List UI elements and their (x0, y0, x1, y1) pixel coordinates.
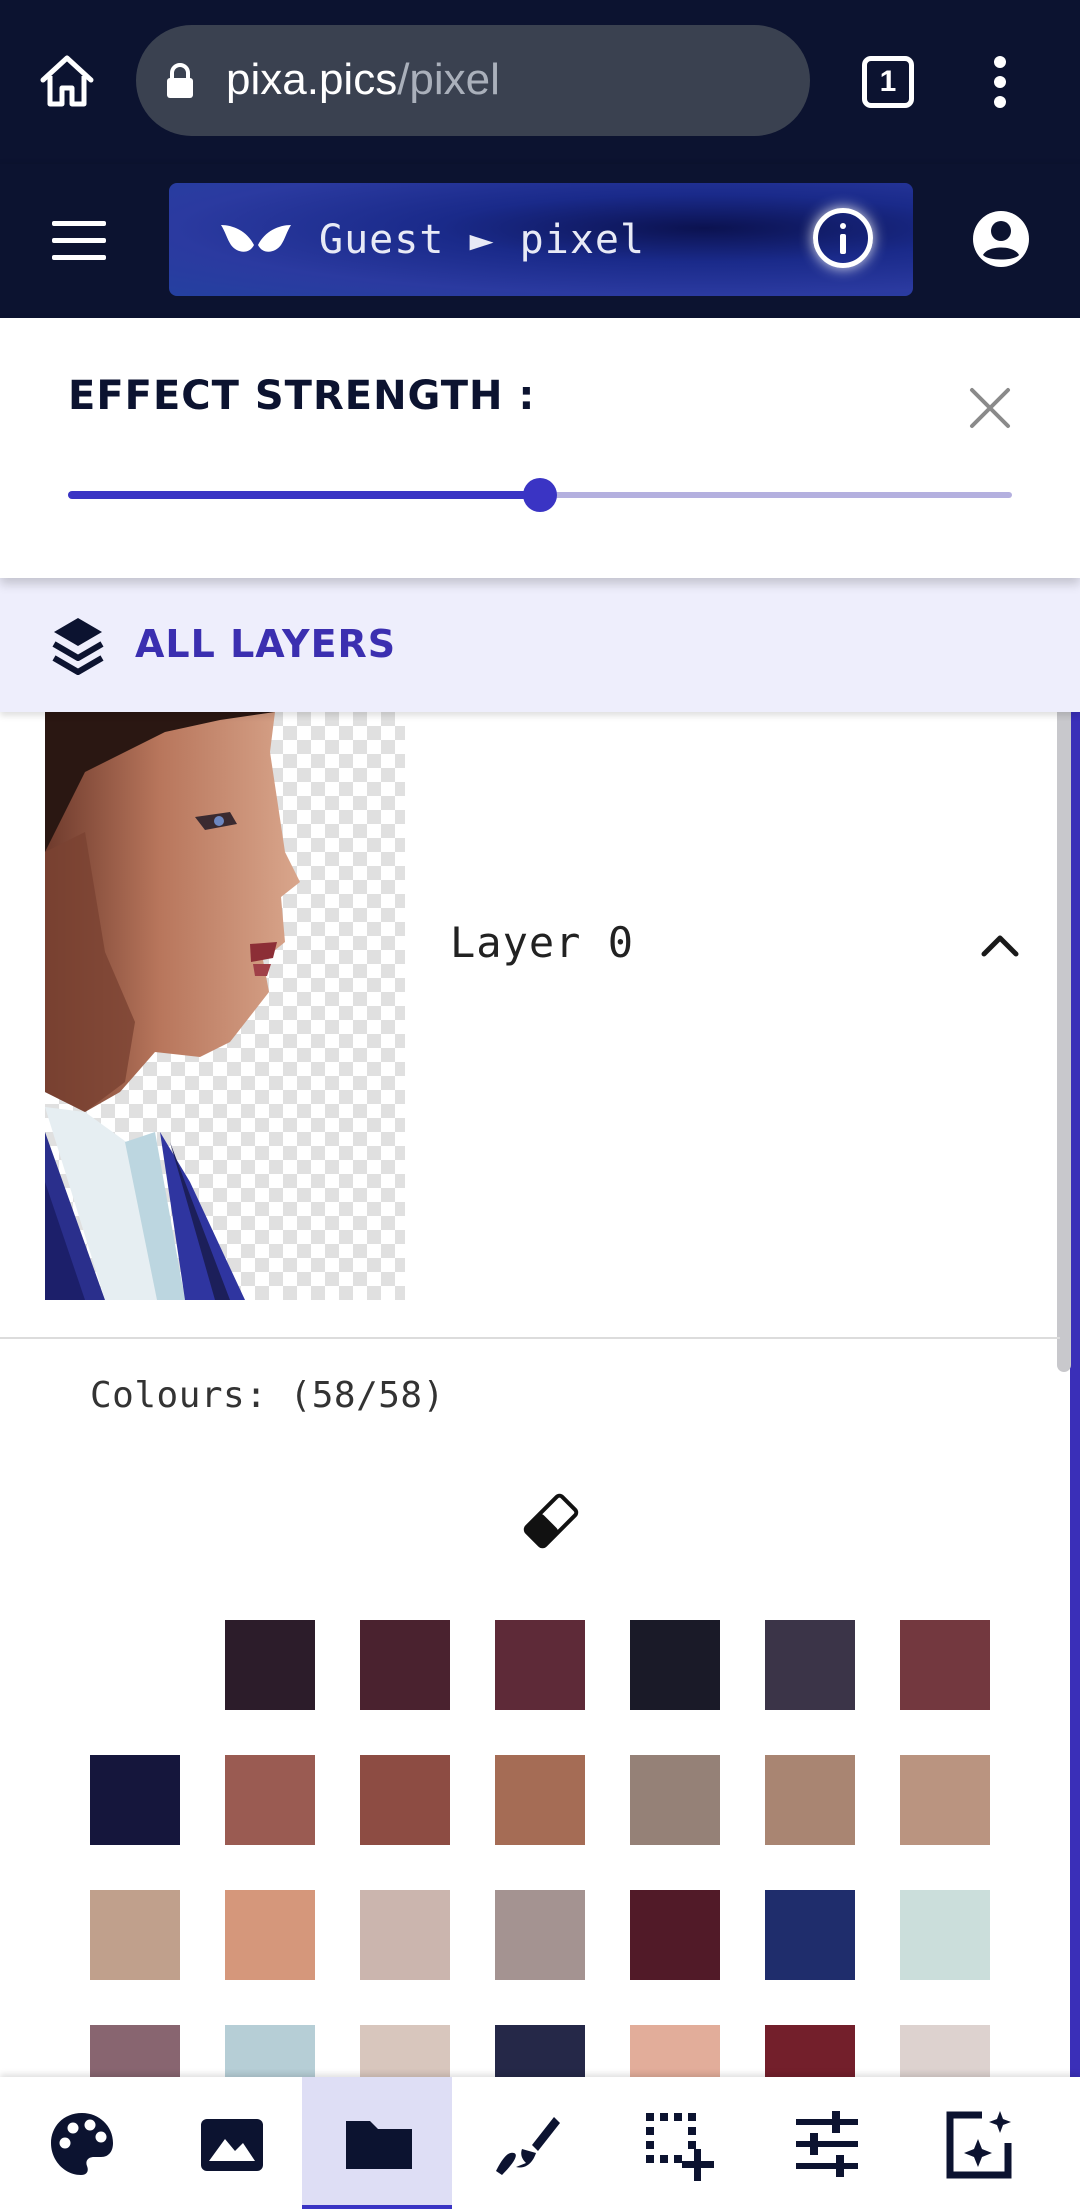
info-icon[interactable] (813, 208, 873, 268)
magic-frame-icon[interactable] (902, 2077, 1052, 2209)
colour-swatch[interactable] (900, 1890, 990, 1980)
account-icon[interactable] (972, 210, 1030, 268)
effect-strength-label: EFFECT STRENGTH : (68, 373, 536, 419)
colour-swatch[interactable] (225, 1620, 315, 1710)
tab-switcher-button[interactable]: 1 (862, 56, 914, 108)
folder-icon[interactable] (302, 2077, 452, 2209)
tune-icon[interactable] (752, 2077, 902, 2209)
slider-thumb[interactable] (523, 478, 557, 512)
breadcrumb-title: Guest ► pixel (319, 217, 646, 263)
layer-thumbnail[interactable] (45, 712, 405, 1300)
effect-strength-slider[interactable] (68, 478, 1012, 512)
colour-swatch[interactable] (90, 2025, 180, 2077)
colour-swatch[interactable] (225, 1755, 315, 1845)
colour-swatch[interactable] (360, 2025, 450, 2077)
side-rail (1070, 712, 1080, 2077)
colour-swatch[interactable] (630, 2025, 720, 2077)
chevron-up-icon[interactable] (980, 926, 1020, 966)
browser-toolbar: pixa.pics/pixel 1 (0, 0, 1080, 164)
lock-icon (164, 63, 196, 99)
more-options-icon[interactable] (986, 56, 1016, 108)
eraser-icon[interactable] (520, 1490, 582, 1552)
colour-swatch[interactable] (765, 2025, 855, 2077)
image-icon[interactable] (157, 2077, 307, 2209)
layer-name: Layer 0 (450, 918, 635, 967)
colour-swatch[interactable] (225, 2025, 315, 2077)
colour-swatch[interactable] (630, 1890, 720, 1980)
colours-count-label: Colours: (58/58) (90, 1375, 445, 1416)
colour-swatch[interactable] (360, 1620, 450, 1710)
colour-swatch[interactable] (765, 1620, 855, 1710)
url-text: pixa.pics/pixel (226, 55, 500, 104)
colour-swatch[interactable] (360, 1755, 450, 1845)
colour-swatch[interactable] (900, 1755, 990, 1845)
colour-swatch[interactable] (90, 1755, 180, 1845)
app-header: Guest ► pixel (0, 164, 1080, 318)
divider (0, 1337, 1060, 1339)
colour-swatch[interactable] (495, 1890, 585, 1980)
colour-swatch[interactable] (360, 1890, 450, 1980)
palette-icon[interactable] (7, 2077, 157, 2209)
colour-swatch[interactable] (90, 1890, 180, 1980)
close-icon[interactable] (968, 386, 1012, 430)
colour-swatch[interactable] (900, 1620, 990, 1710)
colour-swatch[interactable] (225, 1890, 315, 1980)
select-add-icon[interactable] (602, 2077, 752, 2209)
colour-swatch[interactable] (765, 1890, 855, 1980)
address-bar[interactable]: pixa.pics/pixel (136, 25, 810, 136)
brush-icon[interactable] (452, 2077, 602, 2209)
layers-icon (50, 614, 106, 680)
colour-swatch[interactable] (495, 2025, 585, 2077)
colour-swatch[interactable] (900, 2025, 990, 2077)
scrollbar[interactable] (1057, 642, 1071, 1372)
all-layers-label: ALL LAYERS (135, 622, 397, 666)
bottom-navigation (0, 2077, 1080, 2209)
colour-swatch[interactable] (630, 1620, 720, 1710)
colour-swatch[interactable] (495, 1620, 585, 1710)
colour-swatch[interactable] (765, 1755, 855, 1845)
home-icon[interactable] (38, 52, 96, 110)
slider-fill (68, 491, 540, 499)
all-layers-bar[interactable]: ALL LAYERS (0, 578, 1080, 712)
title-banner: Guest ► pixel (169, 183, 913, 296)
colour-swatch[interactable] (630, 1755, 720, 1845)
hamburger-menu-icon[interactable] (52, 221, 106, 261)
colour-swatch[interactable] (495, 1755, 585, 1845)
logo-icon (219, 219, 293, 259)
effect-strength-panel: EFFECT STRENGTH : (0, 318, 1080, 578)
